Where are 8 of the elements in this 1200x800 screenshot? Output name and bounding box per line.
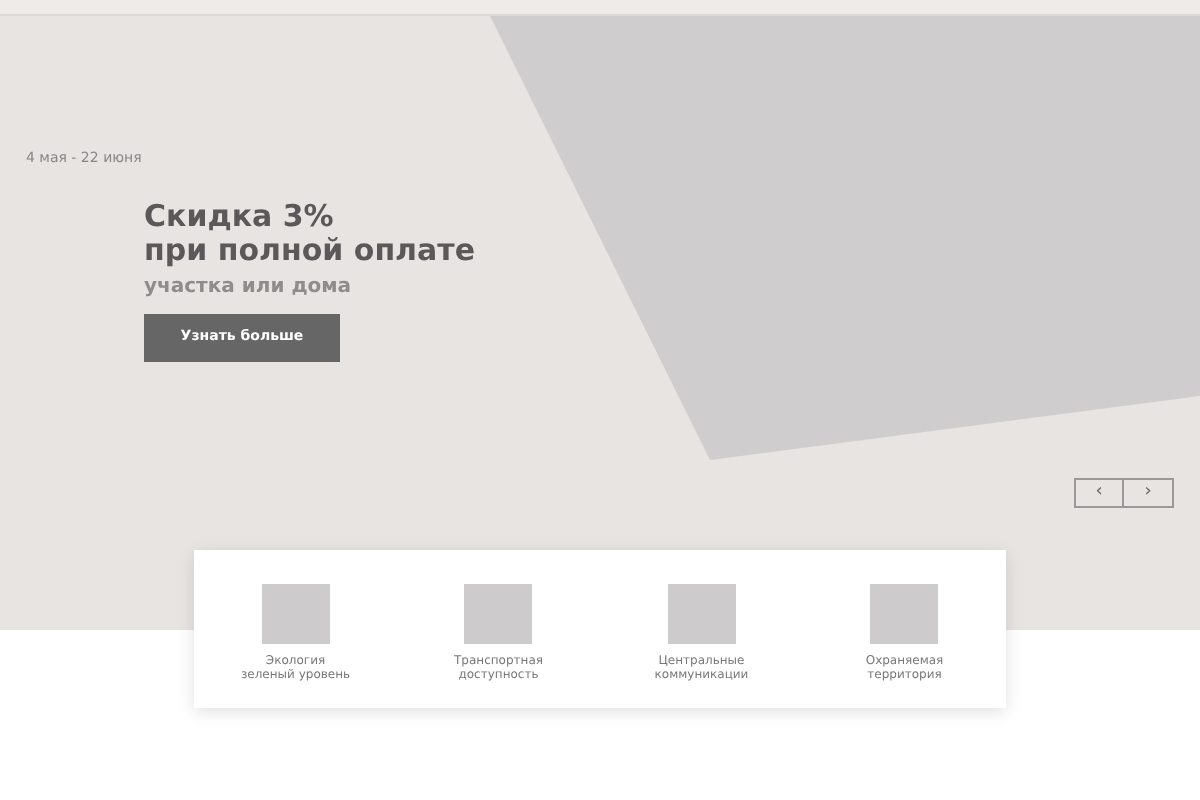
feature-image <box>464 584 533 644</box>
next-button[interactable]: › <box>1124 478 1174 508</box>
promo-subtitle: участка или дома <box>144 273 354 301</box>
promo-title: Скидка 3% при полной оплате <box>144 199 478 267</box>
prev-button[interactable]: ‹ <box>1074 478 1124 508</box>
feature-image <box>667 584 736 644</box>
feature-image <box>870 584 939 644</box>
feature-image <box>261 584 330 644</box>
